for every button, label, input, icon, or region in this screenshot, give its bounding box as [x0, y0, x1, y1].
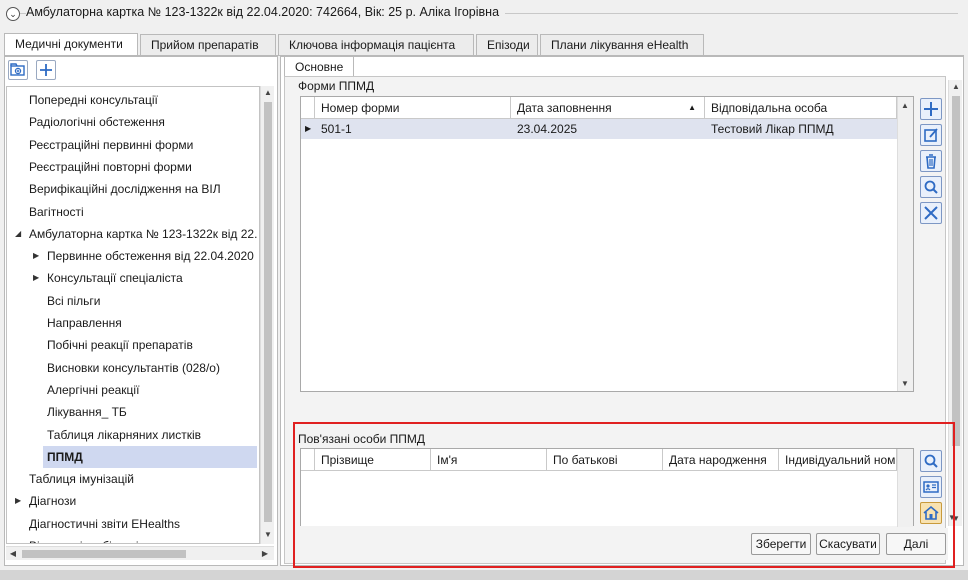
tree-item[interactable]: Таблиця імунізацій	[7, 468, 257, 490]
add-folder-icon	[10, 63, 25, 76]
add-form-button[interactable]	[920, 98, 942, 120]
tree-item[interactable]: Реєстраційні повторні форми	[7, 156, 257, 178]
tree-item[interactable]: Побічні реакції препаратів	[7, 334, 257, 356]
tree-item-label: Всі пільги	[47, 293, 101, 308]
tree-hscroll-thumb[interactable]	[22, 550, 186, 558]
tree-item-label: ППМД	[47, 449, 83, 464]
tree-item[interactable]: ППМД	[43, 445, 257, 468]
expand-arrow-icon[interactable]: ▶	[15, 490, 21, 512]
form-date-cell: 23.04.2025	[517, 122, 578, 136]
tree-item[interactable]: Таблиця лікарняних листків	[7, 424, 257, 446]
tree-item-label: Таблиця імунізацій	[29, 472, 134, 487]
column-header[interactable]: Дата заповнення ▲	[511, 97, 705, 119]
patient-card-title: Амбулаторна картка № 123-1322к від 22.04…	[26, 5, 506, 19]
scroll-left-icon[interactable]: ◀	[6, 549, 20, 558]
tree-item[interactable]: Вагітності	[7, 201, 257, 223]
tree-item-label: Реєстраційні повторні форми	[29, 159, 192, 174]
forms-grid-scrollbar[interactable]: ▲ ▼	[897, 97, 913, 391]
form-person-cell: Тестовий Лікар ППМД	[711, 122, 834, 136]
tree-item[interactable]: Алергічні реакції	[7, 379, 257, 401]
tree-scroll-thumb[interactable]	[264, 102, 272, 522]
tree-item-label: Вагітності	[29, 204, 84, 219]
tree-item-label: Алергічні реакції	[47, 382, 140, 397]
tree-item-label: Діагностичні звіти EHealths	[29, 516, 180, 531]
close-icon	[924, 206, 938, 220]
tab-episodes[interactable]: Епізоди	[476, 34, 538, 56]
edit-form-button[interactable]	[920, 124, 942, 146]
tree-item[interactable]: Радіологічні обстеження	[7, 111, 257, 133]
forms-section-title: Форми ППМД	[298, 79, 375, 93]
tree-item-label: Лікування_ ТБ	[47, 405, 127, 420]
tab-ehealth-plans[interactable]: Плани лікування eHealth	[540, 34, 704, 56]
tree-horizontal-scrollbar[interactable]: ◀ ▶	[6, 546, 274, 560]
scroll-up-icon[interactable]: ▲	[261, 88, 275, 97]
sort-ascending-icon: ▲	[688, 103, 696, 112]
edit-icon	[924, 128, 938, 142]
document-tree: Попередні консультації Радіологічні обсте…	[6, 86, 260, 544]
title-bar: ⌄ Амбулаторна картка № 123-1322к від 22.…	[0, 0, 968, 28]
add-button[interactable]	[36, 60, 56, 80]
tree-item[interactable]: Візити співробітників	[7, 535, 257, 543]
column-header-label: Дата заповнення	[517, 101, 612, 115]
tree-item-label: Візити співробітників	[29, 535, 145, 543]
tree-item[interactable]: Верифікаційні дослідження на ВІЛ	[7, 178, 257, 200]
scroll-up-icon[interactable]: ▲	[949, 82, 963, 91]
column-header[interactable]: Номер форми	[315, 97, 511, 119]
scroll-right-icon[interactable]: ▶	[258, 549, 272, 558]
tree-item[interactable]: Реєстраційні первинні форми	[7, 134, 257, 156]
forms-grid: Номер форми Дата заповнення ▲ Відповідал…	[300, 96, 914, 392]
tree-item[interactable]: ▶ Консультації спеціаліста	[7, 267, 257, 289]
expand-arrow-icon[interactable]: ▶	[33, 267, 39, 289]
plus-icon	[924, 102, 938, 116]
status-strip	[0, 570, 968, 580]
scroll-down-icon[interactable]: ▼	[261, 530, 275, 539]
tree-item[interactable]: Попередні консультації	[7, 89, 257, 111]
tab-key-patient-info[interactable]: Ключова інформація пацієнта	[278, 34, 474, 56]
scroll-up-icon[interactable]: ▲	[898, 101, 912, 110]
clear-form-button[interactable]	[920, 202, 942, 224]
tree-item[interactable]: Направлення	[7, 312, 257, 334]
expand-arrow-icon[interactable]: ▶	[33, 245, 39, 267]
table-row[interactable]: ▶ 501-1 23.04.2025 Тестовий Лікар ППМД	[301, 119, 897, 139]
highlight-frame	[293, 422, 955, 568]
tree-item-label: Радіологічні обстеження	[29, 115, 165, 130]
tab-drug-intake[interactable]: Прийом препаратів	[140, 34, 276, 56]
tree-item-label: Побічні реакції препаратів	[47, 338, 193, 353]
tree-item-label: Діагнози	[29, 494, 77, 509]
tab-main[interactable]: Основне	[284, 56, 355, 76]
form-number-cell: 501-1	[321, 122, 352, 136]
tree-item[interactable]: Лікування_ ТБ	[7, 401, 257, 423]
tree-item[interactable]: Діагностичні звіти EHealths	[7, 513, 257, 535]
tree-item-label: Консультації спеціаліста	[47, 271, 183, 286]
tree-item-label: Направлення	[47, 316, 122, 330]
tree-item-label: Висновки консультантів (028/о)	[47, 360, 220, 375]
tree-vertical-scrollbar[interactable]: ▲ ▼	[260, 86, 274, 544]
tree-item[interactable]: Висновки консультантів (028/о)	[7, 357, 257, 379]
collapse-arrow-icon[interactable]: ◢	[15, 223, 21, 245]
collapse-toggle-icon[interactable]: ⌄	[6, 7, 20, 21]
tree-item-label: Таблиця лікарняних листків	[47, 427, 202, 442]
tree-item-label: Верифікаційні дослідження на ВІЛ	[29, 182, 221, 197]
delete-form-button[interactable]	[920, 150, 942, 172]
tree-item-label: Реєстраційні первинні форми	[29, 137, 194, 152]
plus-icon	[40, 64, 52, 76]
main-scroll-thumb[interactable]	[952, 96, 960, 446]
tree-item[interactable]: ◢ Амбулаторна картка № 123-1322к від 22.	[7, 223, 257, 245]
tree-item-label: Амбулаторна картка № 123-1322к від 22.	[29, 226, 258, 241]
tree-item-label: Первинне обстеження від 22.04.2020	[47, 249, 254, 264]
row-indicator-header	[301, 97, 315, 119]
row-pointer-icon: ▶	[305, 124, 312, 133]
tree-item-label: Попередні консультації	[29, 93, 158, 107]
tree-item[interactable]: ▶ Діагнози	[7, 490, 257, 512]
add-folder-button[interactable]	[8, 60, 28, 80]
trash-icon	[926, 154, 936, 169]
tree-item[interactable]: ▶ Первинне обстеження від 22.04.2020	[7, 245, 257, 267]
tab-medical-documents[interactable]: Медичні документи	[4, 33, 138, 57]
search-form-button[interactable]	[920, 176, 942, 198]
scroll-down-icon[interactable]: ▼	[898, 379, 912, 388]
tree-item[interactable]: Всі пільги	[7, 290, 257, 312]
column-header[interactable]: Відповідальна особа	[705, 97, 897, 119]
search-icon	[924, 180, 938, 194]
